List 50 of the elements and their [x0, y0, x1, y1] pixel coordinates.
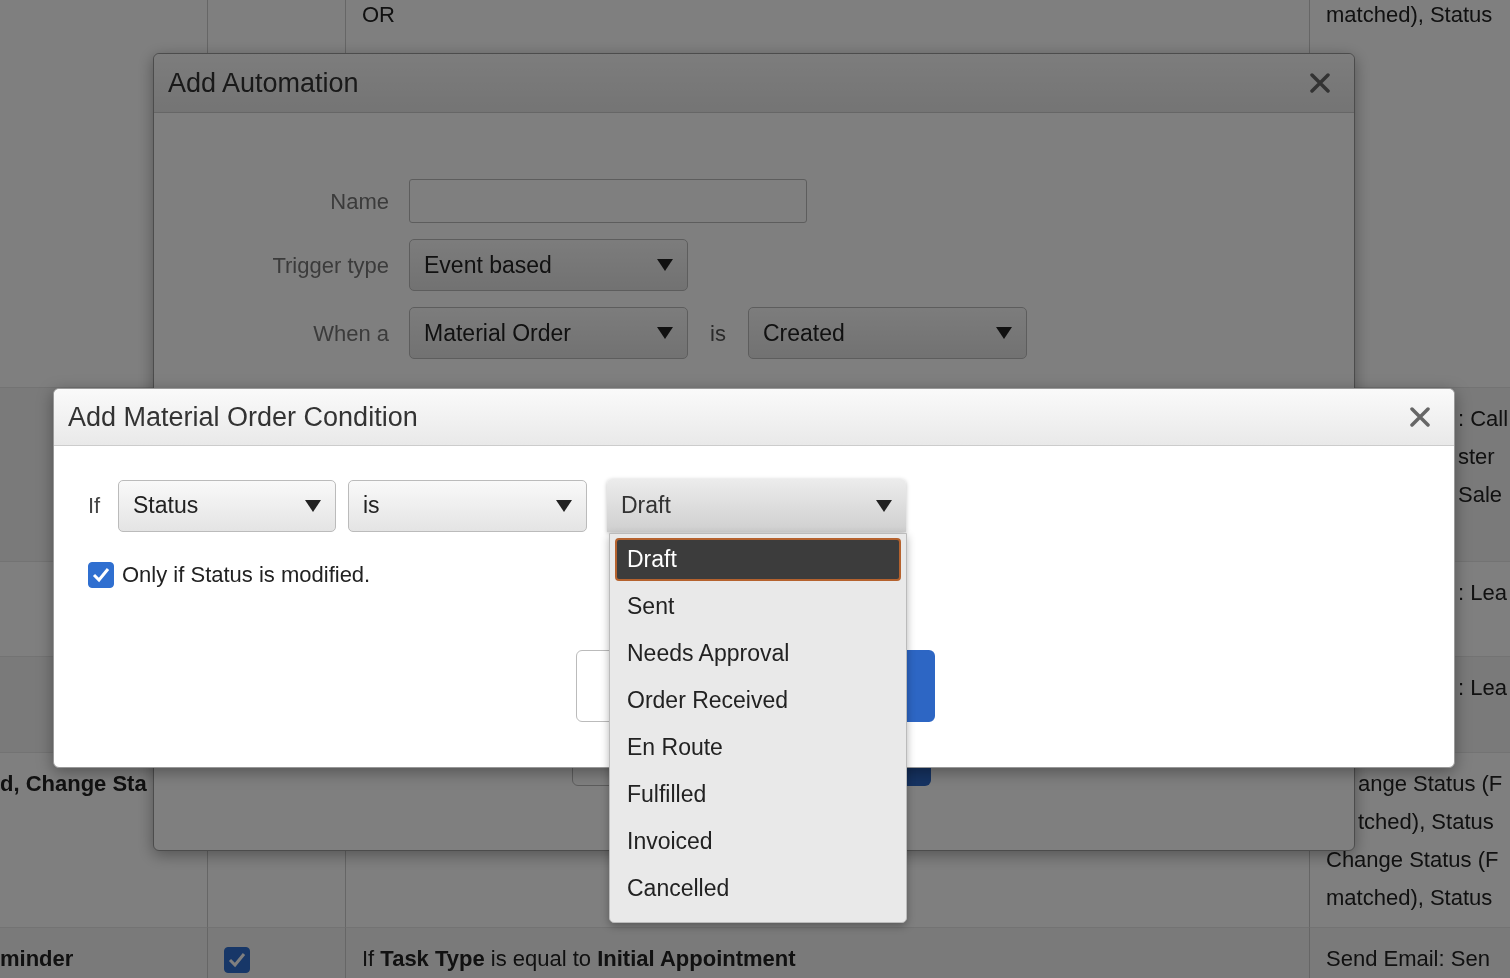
cell-text: Change Status (F	[1326, 846, 1499, 874]
caret-icon	[657, 259, 673, 271]
check-icon	[228, 952, 246, 969]
cell-text: Send Email: Sen	[1326, 945, 1490, 973]
dialog-title: Add Automation	[168, 66, 359, 100]
cell-text: Sale	[1458, 481, 1503, 509]
check-icon	[92, 566, 110, 583]
cell-text: tched), Status	[1358, 808, 1494, 836]
field-label: Name	[329, 187, 389, 216]
dropdown-option[interactable]: Order Received	[615, 679, 901, 722]
cell-text: matched), Status	[1326, 1, 1493, 29]
cell-text: OR	[362, 1, 395, 29]
cell-text: : Lea	[1458, 674, 1507, 702]
cell-text: ster	[1458, 443, 1495, 471]
cell-text: ange Status (F	[1358, 770, 1503, 798]
dialog-title: Add Material Order Condition	[68, 400, 418, 434]
caret-icon	[876, 499, 892, 512]
cell-text: matched), Status	[1326, 884, 1493, 912]
field-label: If	[88, 492, 102, 520]
checkbox-label: Only if Status is modified.	[122, 561, 371, 589]
caret-icon	[657, 327, 673, 339]
dropdown-option[interactable]: Invoiced	[615, 820, 901, 863]
checkbox[interactable]	[88, 561, 114, 588]
select-dropdown[interactable]: Created	[747, 307, 1027, 359]
close-icon	[1310, 73, 1330, 93]
select-dropdown[interactable]: Event based	[409, 239, 688, 291]
field-label: Trigger type	[271, 251, 389, 280]
dropdown-option[interactable]: Cancelled	[615, 867, 901, 910]
dropdown-option[interactable]: Draft	[615, 538, 901, 581]
cell-text: If Task Type is equal to Initial Appointment	[362, 945, 796, 973]
caret-icon	[995, 327, 1012, 339]
dropdown-option[interactable]: Needs Approval	[615, 632, 901, 675]
cell-text: d, Change Sta	[0, 770, 148, 798]
dropdown-option[interactable]: En Route	[615, 726, 901, 769]
field-label: When a	[312, 319, 389, 348]
caret-icon	[556, 499, 572, 512]
select-dropdown[interactable]: Status	[118, 479, 336, 532]
close-icon	[1410, 407, 1430, 427]
field-label: is	[710, 319, 726, 348]
cell-text: minder	[0, 945, 75, 973]
select-dropdown[interactable]: is	[348, 479, 587, 532]
cell-text: : Lea	[1458, 579, 1507, 607]
cell-text: : Call	[1458, 405, 1509, 433]
select-dropdown[interactable]: Material Order	[409, 307, 688, 359]
dropdown-option[interactable]: Sent	[615, 585, 901, 628]
select-dropdown[interactable]: Draft	[607, 479, 906, 532]
checkbox[interactable]	[224, 947, 250, 974]
caret-icon	[305, 499, 321, 512]
dropdown-option[interactable]: Fulfilled	[615, 773, 901, 816]
input-field[interactable]	[409, 179, 807, 223]
